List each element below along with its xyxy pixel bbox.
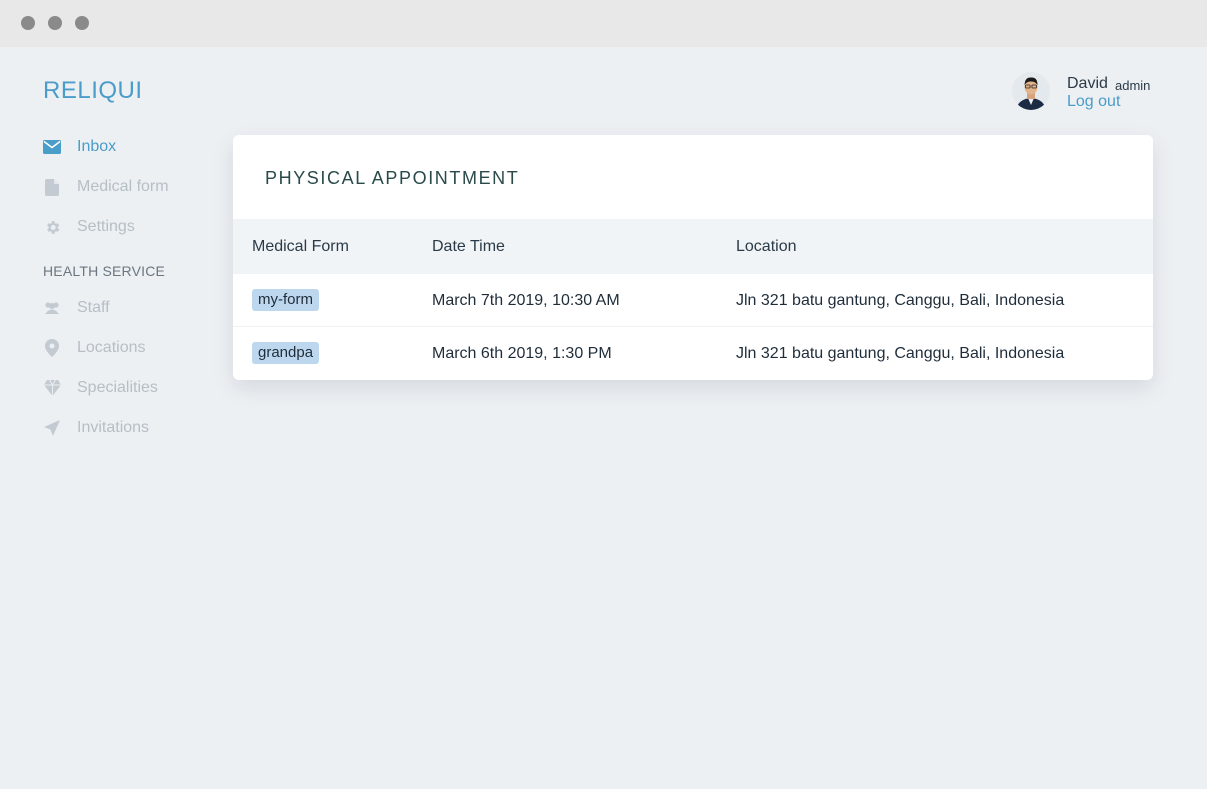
sidebar-item-label: Inbox xyxy=(77,138,117,155)
user-menu: David admin Log out xyxy=(1012,72,1172,112)
file-icon xyxy=(43,178,61,196)
user-role: admin xyxy=(1115,78,1151,93)
mail-icon xyxy=(43,138,61,156)
table-header: Medical Form Date Time Location xyxy=(233,219,1153,274)
window-maximize-dot[interactable] xyxy=(75,16,89,30)
appointments-card: PHYSICAL APPOINTMENT Medical Form Date T… xyxy=(233,135,1153,380)
window-minimize-dot[interactable] xyxy=(48,16,62,30)
gear-icon xyxy=(43,218,61,236)
window-titlebar xyxy=(0,0,1207,47)
page-title: PHYSICAL APPOINTMENT xyxy=(265,168,520,188)
brand-logo[interactable]: RELIQUI xyxy=(43,77,143,105)
sidebar-item-medical-form[interactable]: Medical form xyxy=(43,175,169,199)
form-tag[interactable]: grandpa xyxy=(252,342,320,364)
column-header-location: Location xyxy=(736,238,797,255)
appointment-datetime: March 7th 2019, 10:30 AM xyxy=(432,292,620,309)
appointment-datetime: March 6th 2019, 1:30 PM xyxy=(432,345,612,362)
sidebar-item-locations[interactable]: Locations xyxy=(43,336,146,360)
sidebar-item-label: Medical form xyxy=(77,178,169,195)
table-row[interactable]: my-form March 7th 2019, 10:30 AM Jln 321… xyxy=(233,274,1153,327)
column-header-date-time: Date Time xyxy=(432,238,505,255)
sidebar-item-settings[interactable]: Settings xyxy=(43,215,135,239)
sidebar-item-specialities[interactable]: Specialities xyxy=(43,376,158,400)
avatar[interactable] xyxy=(1012,72,1050,110)
form-tag[interactable]: my-form xyxy=(252,289,319,311)
people-icon xyxy=(43,299,61,317)
logout-link[interactable]: Log out xyxy=(1067,93,1120,111)
sidebar-item-label: Invitations xyxy=(77,419,150,436)
appointment-location: Jln 321 batu gantung, Canggu, Bali, Indo… xyxy=(736,292,1065,309)
table-row[interactable]: grandpa March 6th 2019, 1:30 PM Jln 321 … xyxy=(233,327,1153,380)
appointment-location: Jln 321 batu gantung, Canggu, Bali, Indo… xyxy=(736,345,1065,362)
sidebar-item-label: Settings xyxy=(77,218,135,235)
sidebar-item-invitations[interactable]: Invitations xyxy=(43,416,149,440)
diamond-icon xyxy=(43,379,61,397)
user-name: David xyxy=(1067,75,1108,92)
sidebar-item-inbox[interactable]: Inbox xyxy=(43,135,116,159)
column-header-medical-form: Medical Form xyxy=(252,238,349,255)
sidebar-item-label: Staff xyxy=(77,299,110,316)
section-title-health-service: HEALTH SERVICE xyxy=(43,263,166,279)
map-pin-icon xyxy=(43,339,61,357)
window-close-dot[interactable] xyxy=(21,16,35,30)
sidebar-item-label: Specialities xyxy=(77,379,158,396)
send-icon xyxy=(43,419,61,437)
sidebar-item-label: Locations xyxy=(77,339,146,356)
sidebar-item-staff[interactable]: Staff xyxy=(43,296,110,320)
